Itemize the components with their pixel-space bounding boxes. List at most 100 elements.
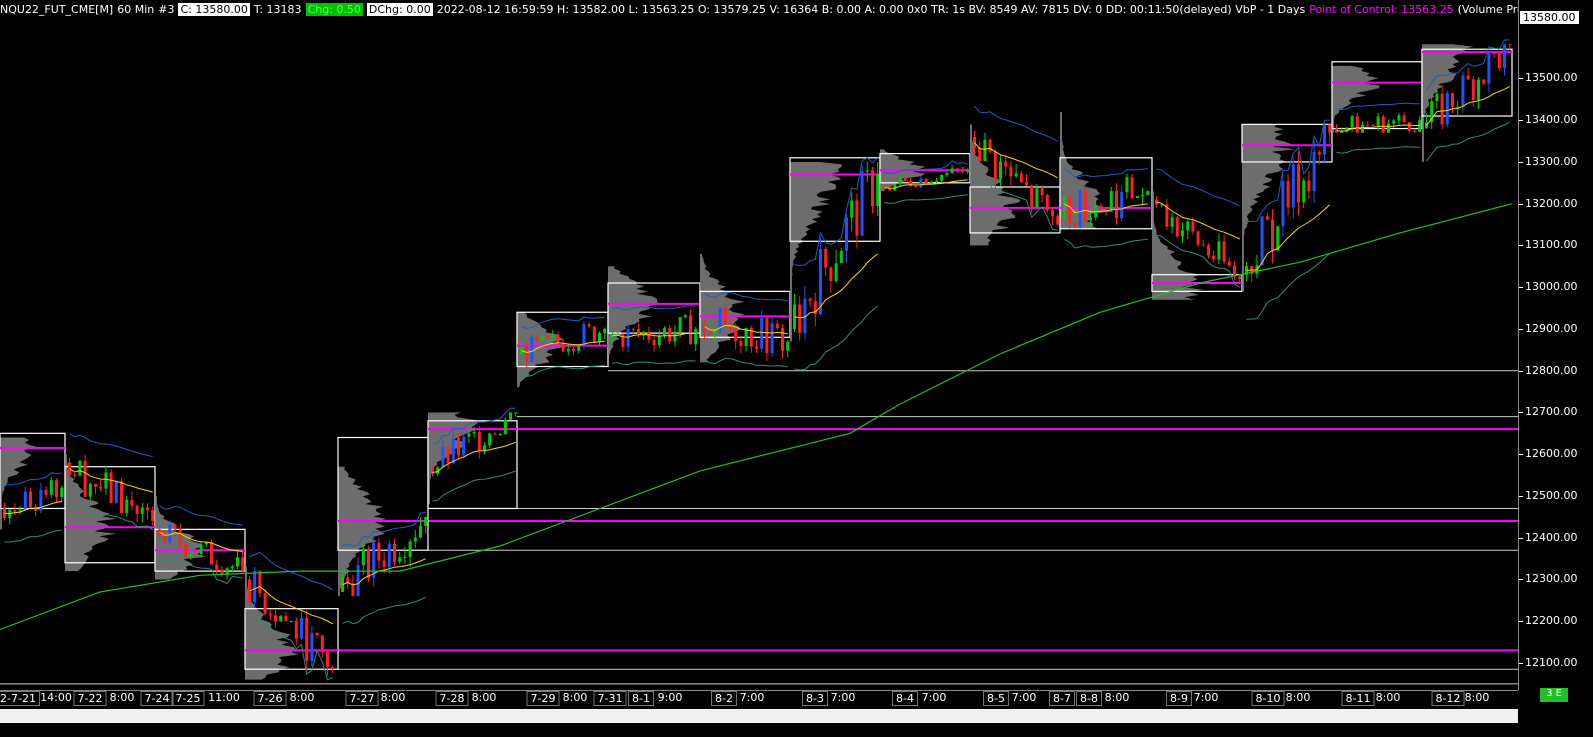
volume-profile <box>700 253 745 363</box>
candle-body <box>1222 241 1226 262</box>
price-tick-label: 13500.00 <box>1525 71 1578 85</box>
candle-body <box>668 328 672 342</box>
horizontal-scrollbar[interactable] <box>0 709 1518 723</box>
candle-body <box>55 480 58 497</box>
price-tick-mark <box>1519 287 1523 289</box>
candle-body <box>631 328 635 330</box>
price-tick-label: 13400.00 <box>1525 113 1578 127</box>
time-tick-label: 8-1 <box>628 691 654 706</box>
price-tick-label: 13100.00 <box>1525 238 1578 252</box>
candle-body <box>1286 181 1290 208</box>
candle-body <box>13 509 17 512</box>
candle-body <box>130 499 134 506</box>
candle-body <box>1477 79 1480 101</box>
candle-body <box>966 170 970 172</box>
candle-body <box>637 328 640 335</box>
lower-band-line <box>1336 146 1420 154</box>
lower-band-line <box>342 596 426 625</box>
candle-body <box>561 342 565 352</box>
candle-body <box>382 560 386 568</box>
candle-body <box>865 170 869 172</box>
candle-body <box>210 542 213 565</box>
candle-body <box>49 480 53 495</box>
candle-body <box>786 341 790 351</box>
price-tick-mark <box>1519 203 1523 205</box>
candle-body <box>140 507 144 514</box>
candle-body <box>603 328 607 334</box>
candle-body <box>320 635 324 653</box>
time-tick-label: 8:00 <box>289 691 315 704</box>
price-tick-mark <box>1519 412 1523 414</box>
scroll-indicator[interactable]: 3 E <box>1540 688 1568 702</box>
candle-body <box>1104 208 1108 210</box>
candle-body <box>284 615 288 622</box>
candle-body <box>1051 210 1054 217</box>
time-tick-label: 8-9 <box>1166 691 1192 706</box>
candle-body <box>44 489 48 495</box>
candle-body <box>1181 230 1184 237</box>
candle-body <box>713 330 717 334</box>
candle-body <box>572 348 575 351</box>
price-chart[interactable] <box>0 0 1518 690</box>
candle-body <box>839 250 843 264</box>
candle-body <box>78 460 82 476</box>
candle-body <box>178 529 182 545</box>
lower-band-line <box>1064 238 1148 249</box>
price-tick-mark <box>1519 245 1523 247</box>
candle-body <box>263 593 267 614</box>
candle-body <box>1407 122 1411 131</box>
time-tick-label: 8-12 <box>1431 691 1465 706</box>
candle-body <box>1392 120 1396 124</box>
candle-body <box>173 524 177 530</box>
candle-body <box>1291 164 1295 208</box>
candle-body <box>387 543 391 568</box>
price-tick-mark <box>1519 161 1523 163</box>
candle-body <box>993 151 997 179</box>
time-tick-label: 8:00 <box>1464 691 1490 704</box>
candle-body <box>673 331 677 342</box>
candle-body <box>274 615 277 622</box>
time-tick-label: 8:00 <box>380 691 406 704</box>
candle-body <box>477 432 481 452</box>
candle-body <box>413 537 417 542</box>
candle-body <box>1387 123 1390 133</box>
candle-body <box>1445 93 1449 125</box>
price-tick-label: 12500.00 <box>1525 488 1578 502</box>
candle-body <box>114 481 118 503</box>
candle-body <box>99 486 103 489</box>
time-tick-label: 8-5 <box>983 691 1009 706</box>
candle-body <box>708 332 712 334</box>
vwap-line <box>1426 86 1510 126</box>
candle-body <box>855 200 859 236</box>
candle-body <box>151 510 155 521</box>
candle-body <box>305 617 309 661</box>
candle-body <box>120 481 123 514</box>
price-tick-mark <box>1519 78 1523 80</box>
price-tick-label: 13300.00 <box>1525 154 1578 168</box>
price-tick-mark <box>1519 621 1523 623</box>
upper-band-line <box>1156 168 1240 207</box>
candle-body <box>973 136 976 149</box>
time-tick-label: 9:00 <box>657 691 683 704</box>
price-tick-label: 12100.00 <box>1525 655 1578 669</box>
time-tick-label: 8-4 <box>892 691 918 706</box>
candle-body <box>326 652 329 668</box>
candle-body <box>1413 130 1416 132</box>
price-axis[interactable]: 12100.00 12200.00 12300.00 12400.00 12500.00… <box>1518 0 1593 690</box>
candle-body <box>1030 185 1034 208</box>
candle-body <box>424 516 428 526</box>
candle-body <box>999 161 1002 179</box>
price-tick-mark <box>1519 370 1523 372</box>
candle-body <box>1004 161 1008 167</box>
candle-body <box>1435 93 1439 102</box>
candle-body <box>462 436 466 456</box>
candle-body <box>1238 276 1242 279</box>
candle-body <box>525 347 529 362</box>
candle-body <box>1109 191 1113 210</box>
candle-body <box>535 336 539 341</box>
candle-body <box>734 328 738 342</box>
time-tick-label: 7-24 <box>140 691 174 706</box>
candle-body <box>168 524 172 543</box>
candle-body <box>1078 190 1082 227</box>
candle-body <box>258 570 262 594</box>
